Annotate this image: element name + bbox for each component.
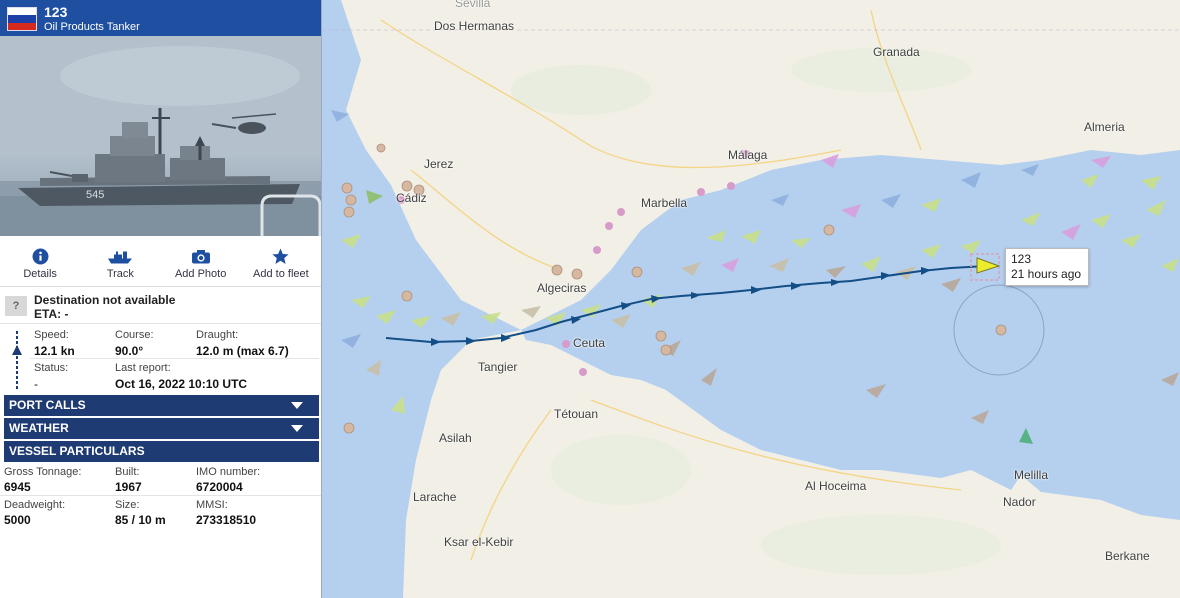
flag-icon — [7, 7, 37, 31]
place-cadiz: Cádiz — [396, 191, 427, 205]
deadweight-label: Deadweight: — [4, 499, 66, 511]
speed-value: 12.1 kn — [34, 344, 75, 358]
vessel-photo-image: 545 — [0, 36, 321, 236]
add-photo-button[interactable]: Add Photo — [161, 236, 241, 286]
mmsi-value: 273318510 — [196, 513, 257, 527]
flag-stripe-white — [8, 8, 36, 16]
chevron-down-icon — [291, 425, 303, 432]
weather-title: WEATHER — [9, 421, 69, 435]
port-calls-title: PORT CALLS — [9, 398, 86, 412]
course-label: Course: — [115, 329, 154, 341]
imo-label: IMO number: — [196, 466, 261, 478]
vessel-tooltip[interactable]: 123 21 hours ago — [1005, 248, 1089, 286]
status-label: Status: — [34, 362, 69, 374]
place-tetouan: Tétouan — [554, 407, 599, 421]
place-marbella: Marbella — [641, 196, 688, 210]
vessel-header: 123 Oil Products Tanker — [0, 0, 321, 36]
draught-value: 12.0 m (max 6.7) — [196, 344, 289, 358]
last-report-label: Last report: — [115, 362, 171, 374]
place-algeciras: Algeciras — [537, 281, 587, 295]
tooltip-time-ago: 21 hours ago — [1011, 267, 1082, 281]
place-jerez: Jerez — [424, 157, 454, 171]
place-larache: Larache — [413, 490, 457, 504]
details-button[interactable]: Details — [0, 236, 80, 286]
place-tangier: Tangier — [478, 360, 518, 374]
place-ceuta: Ceuta — [573, 336, 606, 350]
details-label: Details — [23, 268, 57, 280]
course-line-icon — [16, 331, 18, 391]
track-button[interactable]: Track — [80, 236, 160, 286]
chevron-down-icon — [291, 402, 303, 409]
size-value: 85 / 10 m — [115, 513, 166, 527]
place-sevilla: Sevilla — [455, 0, 491, 10]
vessel-type: Oil Products Tanker — [44, 21, 140, 33]
place-malaga: Málaga — [728, 148, 768, 162]
add-to-fleet-button[interactable]: Add to fleet — [241, 236, 321, 286]
divider — [30, 358, 319, 359]
ship-icon — [108, 251, 133, 264]
status-value: - — [34, 377, 38, 391]
hull-number: 545 — [86, 189, 104, 201]
flag-stripe-blue — [8, 15, 36, 23]
place-dos-hermanas: Dos Hermanas — [434, 19, 515, 33]
action-bar: Details Track Add Photo Add to fleet — [0, 236, 321, 287]
place-ksar-el-kebir: Ksar el-Kebir — [444, 535, 514, 549]
add-photo-label: Add Photo — [174, 268, 227, 280]
place-almeria: Almeria — [1084, 120, 1125, 134]
eta-value: ETA: - — [34, 307, 69, 321]
deadweight-value: 5000 — [4, 513, 31, 527]
gross-tonnage-value: 6945 — [4, 480, 31, 494]
vessel-particulars-title: VESSEL PARTICULARS — [9, 444, 145, 458]
weather-section[interactable]: WEATHER — [4, 418, 319, 439]
voyage-info: Speed: 12.1 kn Course: 90.0° Draught: 12… — [0, 324, 321, 393]
vessel-panel: 123 Oil Products Tanker 545 Details Trac… — [0, 0, 322, 598]
speed-label: Speed: — [34, 329, 69, 341]
place-berkane: Berkane — [1105, 549, 1150, 563]
mmsi-label: MMSI: — [196, 499, 228, 511]
imo-value: 6720004 — [196, 480, 243, 494]
draught-label: Draught: — [196, 329, 239, 341]
camera-icon — [191, 250, 210, 264]
vessel-name: 123 — [44, 4, 68, 20]
add-to-fleet-label: Add to fleet — [253, 268, 309, 280]
divider — [0, 495, 321, 496]
built-label: Built: — [115, 466, 140, 478]
built-value: 1967 — [115, 480, 142, 494]
info-icon — [32, 248, 49, 265]
place-melilla: Melilla — [1014, 468, 1049, 482]
tooltip-vessel-name: 123 — [1011, 252, 1032, 266]
place-asilah: Asilah — [439, 431, 472, 445]
vessel-photo[interactable]: 545 — [0, 36, 321, 236]
vessel-particulars-section[interactable]: VESSEL PARTICULARS — [4, 441, 319, 462]
track-label: Track — [106, 268, 134, 280]
course-arrow-icon — [12, 345, 22, 355]
place-nador: Nador — [1003, 495, 1036, 509]
destination-block: ? Destination not available ETA: - — [0, 287, 321, 324]
unknown-destination-icon: ? — [5, 296, 27, 316]
port-calls-section[interactable]: PORT CALLS — [4, 395, 319, 416]
course-value: 90.0° — [115, 344, 144, 358]
map-base — [321, 0, 1180, 598]
flag-stripe-red — [8, 22, 36, 30]
star-icon — [272, 248, 289, 264]
last-report-value: Oct 16, 2022 10:10 UTC — [115, 377, 248, 391]
place-al-hoceima: Al Hoceima — [805, 479, 867, 493]
map-canvas[interactable]: Sevilla Dos Hermanas Granada Almeria Jer… — [321, 0, 1180, 598]
gross-tonnage-label: Gross Tonnage: — [4, 466, 82, 478]
place-granada: Granada — [873, 45, 920, 59]
destination-title: Destination not available — [34, 293, 176, 307]
size-label: Size: — [115, 499, 140, 511]
